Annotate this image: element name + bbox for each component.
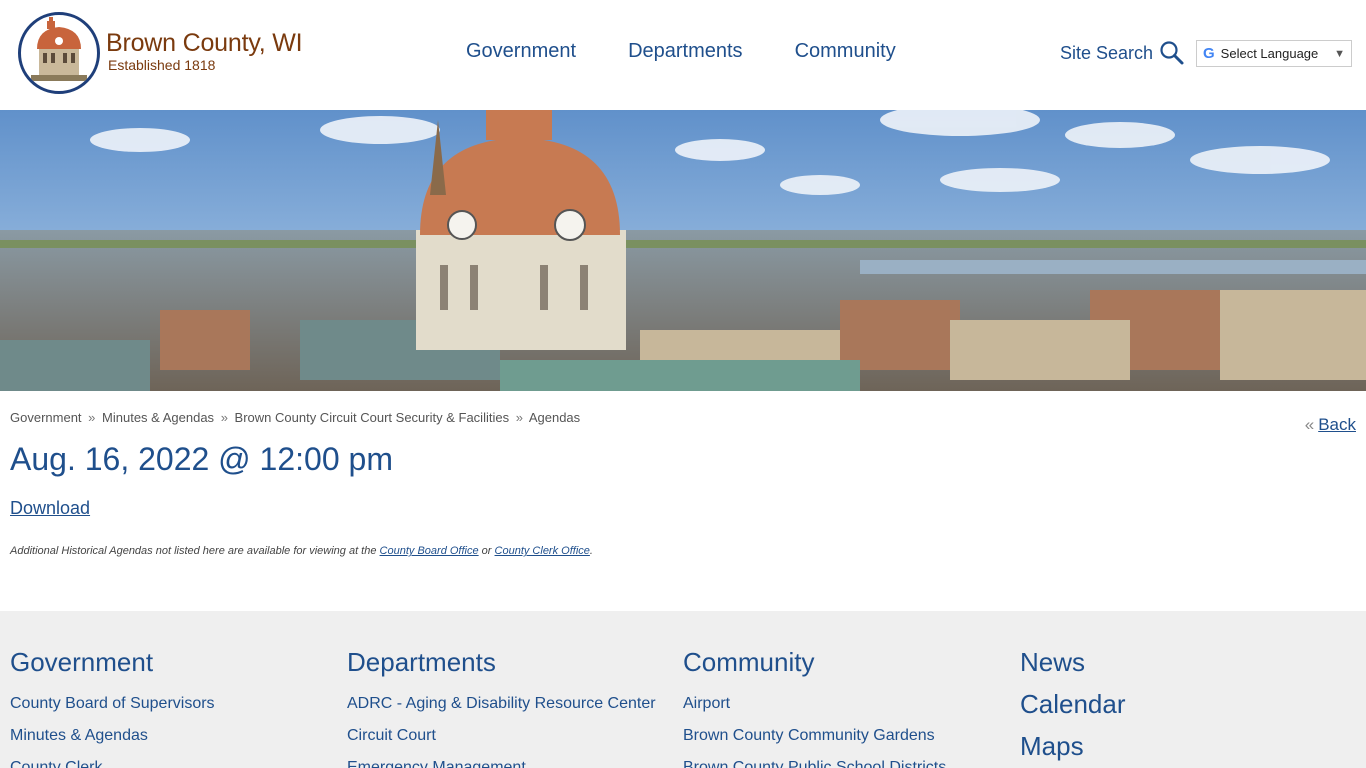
breadcrumb-separator: » bbox=[88, 410, 96, 425]
footer-government-title: Government bbox=[10, 647, 154, 677]
county-clerk-office-link[interactable]: County Clerk Office bbox=[495, 545, 590, 557]
language-select[interactable]: G Select Language ▼ bbox=[1196, 40, 1352, 67]
breadcrumb-separator: » bbox=[220, 410, 228, 425]
language-select-label: Select Language bbox=[1220, 46, 1319, 61]
footer-link-circuit-court[interactable]: Circuit Court bbox=[347, 720, 656, 752]
footer-link-school-districts[interactable]: Brown County Public School Districts bbox=[683, 752, 946, 768]
breadcrumb-agendas[interactable]: Agendas bbox=[529, 410, 580, 425]
breadcrumb: Government » Minutes & Agendas » Brown C… bbox=[10, 410, 1356, 425]
nav-community[interactable]: Community bbox=[795, 40, 896, 63]
county-board-office-link[interactable]: County Board Office bbox=[380, 545, 479, 557]
breadcrumb-minutes-agendas[interactable]: Minutes & Agendas bbox=[102, 410, 214, 425]
brand-title: Brown County, WI bbox=[106, 29, 303, 57]
footer-link-community-gardens[interactable]: Brown County Community Gardens bbox=[683, 720, 946, 752]
note-suffix: . bbox=[589, 545, 593, 557]
footer-link-airport[interactable]: Airport bbox=[683, 688, 946, 720]
site-search-button[interactable]: Site Search bbox=[1060, 40, 1185, 66]
footer-link-county-board[interactable]: County Board of Supervisors bbox=[10, 688, 215, 720]
footer-link-emergency-management[interactable]: Emergency Management bbox=[347, 752, 656, 768]
courthouse-skyline-image bbox=[0, 90, 1366, 391]
note-prefix: Additional Historical Agendas not listed… bbox=[10, 545, 377, 557]
breadcrumb-separator: » bbox=[515, 410, 523, 425]
home-logo-link[interactable]: Brown County, WI Established 1818 bbox=[18, 12, 303, 94]
breadcrumb-circuit-court-security[interactable]: Brown County Circuit Court Security & Fa… bbox=[235, 410, 510, 425]
main-content: Government » Minutes & Agendas » Brown C… bbox=[10, 410, 1356, 557]
footer-community-title: Community bbox=[683, 647, 815, 677]
page-title: Aug. 16, 2022 @ 12:00 pm bbox=[10, 441, 393, 477]
footer-link-news[interactable]: News bbox=[1020, 641, 1126, 683]
site-footer: Government County Board of Supervisors M… bbox=[0, 611, 1366, 768]
nav-government[interactable]: Government bbox=[466, 40, 576, 63]
site-header: Brown County, WI Established 1818 Govern… bbox=[0, 0, 1366, 110]
footer-link-calendar[interactable]: Calendar bbox=[1020, 683, 1126, 725]
footer-link-maps[interactable]: Maps bbox=[1020, 725, 1126, 767]
footer-link-county-clerk[interactable]: County Clerk bbox=[10, 752, 215, 768]
footer-departments-title: Departments bbox=[347, 647, 496, 677]
google-icon: G bbox=[1203, 45, 1215, 62]
search-icon bbox=[1160, 41, 1184, 65]
footer-link-minutes-agendas[interactable]: Minutes & Agendas bbox=[10, 720, 215, 752]
back-link-wrap: «Back bbox=[1305, 415, 1356, 435]
courthouse-seal-icon bbox=[18, 12, 100, 94]
footer-departments-column: Departments ADRC - Aging & Disability Re… bbox=[347, 647, 656, 768]
footer-more-column: News Calendar Maps bbox=[1020, 641, 1126, 767]
site-search-label: Site Search bbox=[1060, 42, 1154, 63]
back-link[interactable]: Back bbox=[1318, 415, 1356, 434]
breadcrumb-government[interactable]: Government bbox=[10, 410, 82, 425]
footer-community-column: Community Airport Brown County Community… bbox=[683, 647, 946, 768]
chevron-down-icon: ▼ bbox=[1334, 47, 1345, 60]
download-link[interactable]: Download bbox=[10, 498, 90, 519]
back-laquo: « bbox=[1304, 415, 1315, 434]
main-nav: Government Departments Community bbox=[466, 40, 896, 63]
historical-agendas-note: Additional Historical Agendas not listed… bbox=[10, 545, 1356, 557]
note-middle: or bbox=[481, 545, 492, 557]
footer-link-adrc[interactable]: ADRC - Aging & Disability Resource Cente… bbox=[347, 688, 656, 720]
brand-subtitle: Established 1818 bbox=[108, 57, 216, 73]
nav-departments[interactable]: Departments bbox=[628, 40, 743, 63]
hero-banner bbox=[0, 90, 1366, 391]
footer-government-column: Government County Board of Supervisors M… bbox=[10, 647, 215, 768]
